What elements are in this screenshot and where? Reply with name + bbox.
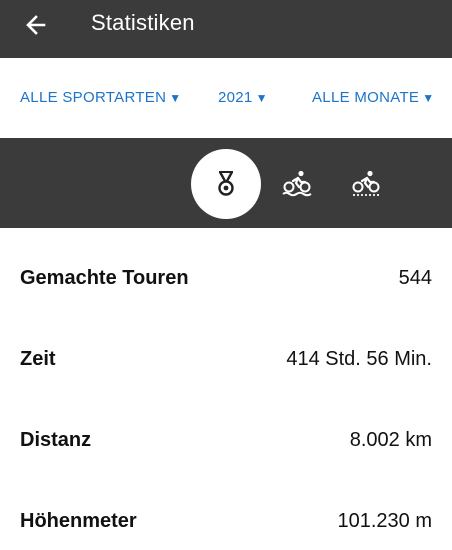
month-filter-dropdown[interactable]: ALLE MONATE ▼ xyxy=(312,88,434,108)
month-filter-label: ALLE MONATE xyxy=(312,89,420,106)
sport-filter-dropdown[interactable]: ALLE SPORTARTEN ▼ xyxy=(20,88,181,108)
page-title: Statistiken xyxy=(91,10,195,35)
stat-label: Höhenmeter xyxy=(20,509,137,532)
sport-filter-label: ALLE SPORTARTEN xyxy=(20,89,167,106)
sport-tab-strip xyxy=(0,138,452,228)
stat-row-tours: Gemachte Touren 544 xyxy=(0,263,452,293)
stat-value: 544 xyxy=(398,266,432,289)
stat-value: 101.230 m xyxy=(337,509,432,532)
arrow-left-icon xyxy=(26,15,46,35)
swim-bike-icon xyxy=(282,170,312,197)
cycling-icon xyxy=(352,170,380,196)
stat-value: 414 Std. 56 Min. xyxy=(286,347,432,370)
tab-achievements[interactable] xyxy=(191,149,261,219)
year-filter-label: 2021 xyxy=(218,89,253,106)
stat-row-time: Zeit 414 Std. 56 Min. xyxy=(0,344,452,374)
stat-label: Gemachte Touren xyxy=(20,266,189,289)
stat-row-distance: Distanz 8.002 km xyxy=(0,425,452,455)
stat-label: Zeit xyxy=(20,347,56,370)
tab-swim-bike[interactable] xyxy=(280,167,314,201)
year-filter-dropdown[interactable]: 2021 ▼ xyxy=(218,88,268,108)
stat-value: 8.002 km xyxy=(349,428,432,451)
medal-icon xyxy=(218,171,234,196)
chevron-down-icon: ▼ xyxy=(422,91,435,105)
chevron-down-icon: ▼ xyxy=(169,91,182,105)
tab-cycling[interactable] xyxy=(349,167,383,201)
chevron-down-icon: ▼ xyxy=(255,91,268,105)
filter-bar: ALLE SPORTARTEN ▼ 2021 ▼ ALLE MONATE ▼ xyxy=(0,58,452,138)
stat-row-elevation: Höhenmeter 101.230 m xyxy=(0,506,452,536)
stat-label: Distanz xyxy=(20,428,92,451)
app-bar: Statistiken xyxy=(0,0,452,58)
back-button[interactable] xyxy=(20,9,52,41)
